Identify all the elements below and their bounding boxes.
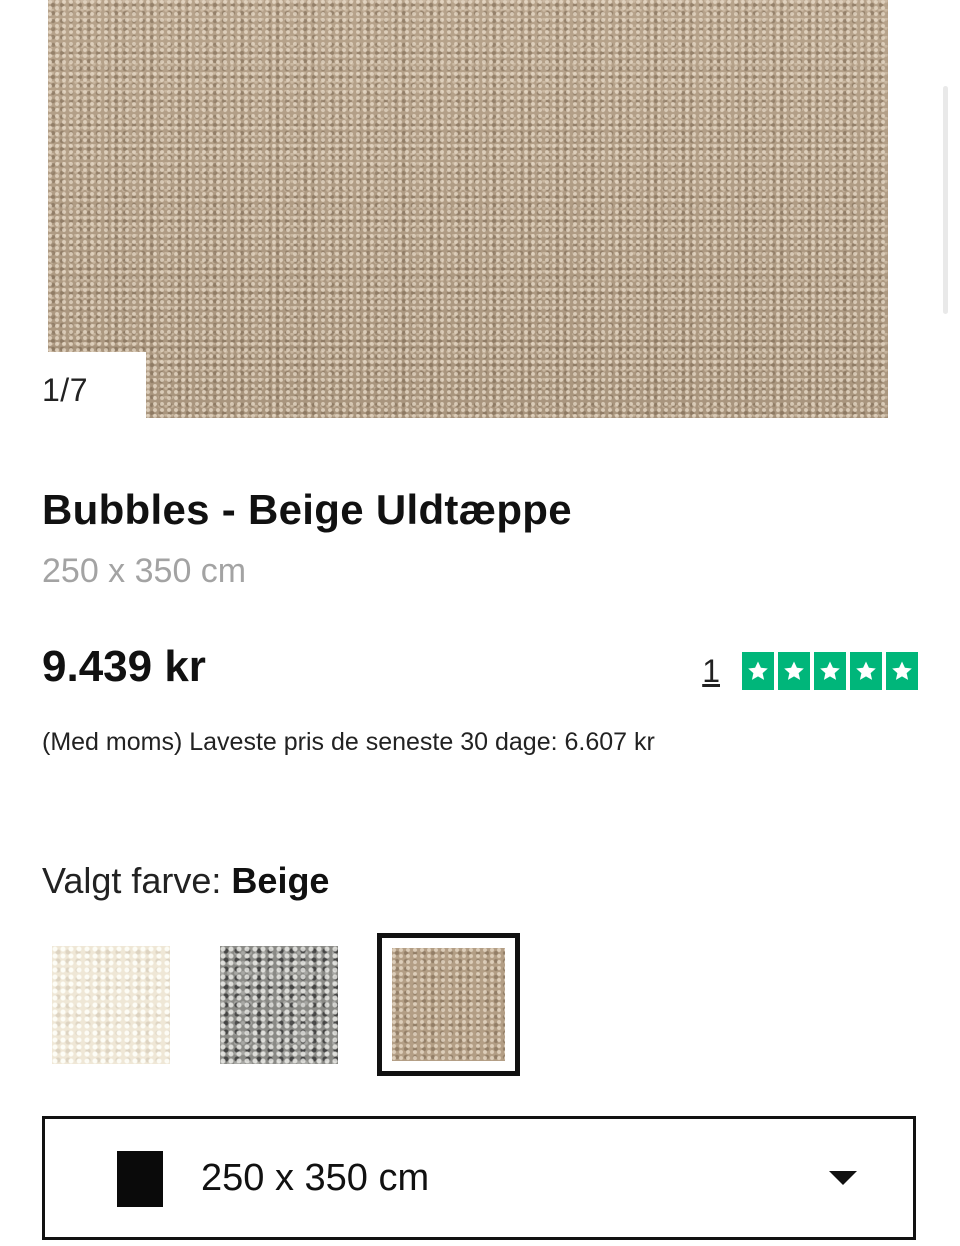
selected-color-value: Beige: [231, 860, 330, 901]
selected-color-label: Valgt farve: Beige: [42, 860, 329, 902]
product-size-subtitle: 250 x 350 cm: [42, 552, 247, 590]
product-price: 9.439 kr: [42, 642, 206, 691]
chevron-down-icon[interactable]: [829, 1171, 857, 1185]
color-label-prefix: Valgt farve:: [42, 860, 232, 901]
star-icon: [742, 652, 774, 690]
product-page: 1/7 Bubbles - Beige Uldtæppe 250 x 350 c…: [0, 0, 960, 1246]
color-swatch-white[interactable]: [52, 946, 170, 1064]
star-icon: [850, 652, 882, 690]
product-image-gallery[interactable]: 1/7: [0, 0, 960, 432]
size-indicator-square: [117, 1151, 163, 1207]
review-count-link[interactable]: 1: [702, 653, 720, 690]
vat-price-note: (Med moms) Laveste pris de seneste 30 da…: [42, 728, 655, 756]
size-dropdown[interactable]: 250 x 350 cm: [42, 1116, 916, 1240]
gallery-scrollbar[interactable]: [943, 86, 948, 314]
size-dropdown-value: 250 x 350 cm: [201, 1157, 430, 1199]
color-swatch-beige-selected[interactable]: [377, 933, 520, 1076]
star-icon: [814, 652, 846, 690]
image-counter: 1/7: [42, 372, 88, 408]
star-rating: [742, 652, 918, 690]
star-icon: [886, 652, 918, 690]
product-title: Bubbles - Beige Uldtæppe: [42, 486, 572, 533]
color-swatch-beige[interactable]: [392, 948, 505, 1061]
trustpilot-rating[interactable]: 1: [702, 650, 918, 692]
star-icon: [778, 652, 810, 690]
product-image[interactable]: [48, 0, 888, 418]
color-swatch-grey[interactable]: [220, 946, 338, 1064]
